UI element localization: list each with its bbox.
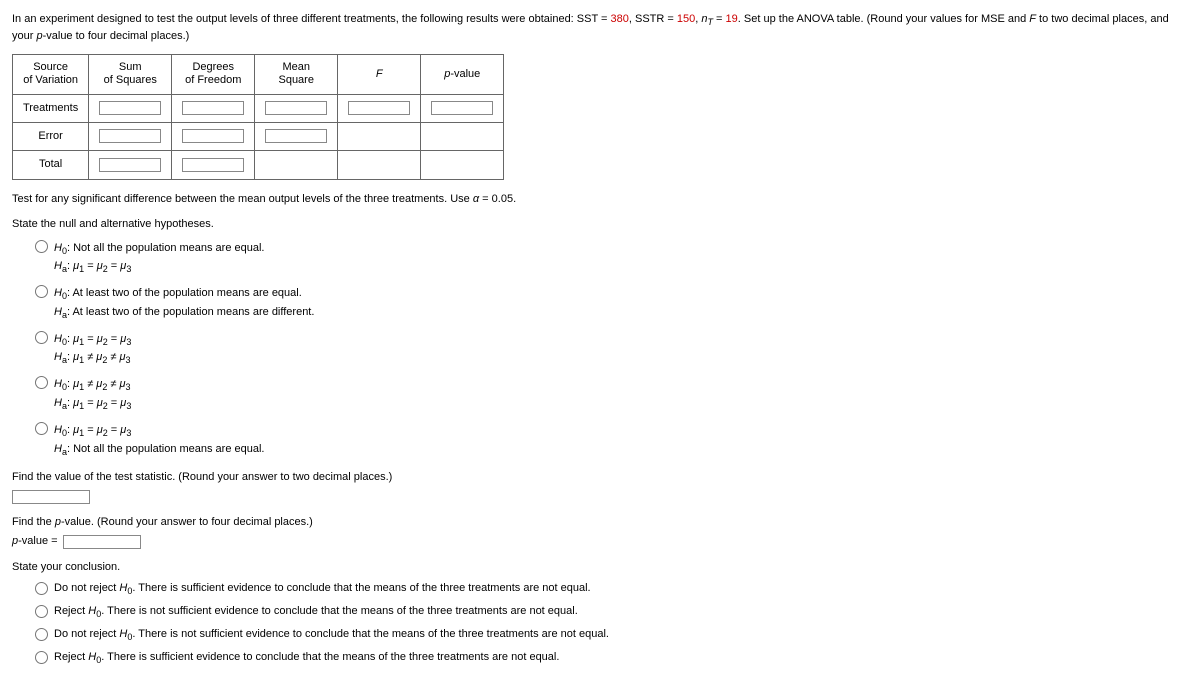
treatments-df-input[interactable] — [182, 101, 244, 115]
error-F-empty — [338, 122, 421, 150]
treatments-ss-input[interactable] — [99, 101, 161, 115]
conc-radio-3[interactable] — [35, 628, 48, 641]
conc-radio-1[interactable] — [35, 582, 48, 595]
nT-value: 19 — [726, 13, 738, 25]
total-ms-empty — [255, 151, 338, 179]
alpha-value: = 0.05. — [479, 193, 516, 205]
conc2-text: Reject H0. There is not sufficient evide… — [54, 604, 578, 621]
error-p-empty — [421, 122, 504, 150]
hyp-option-1[interactable]: H0: Not all the population means are equ… — [30, 239, 1188, 279]
hyp2-line2: Ha: At least two of the population means… — [54, 305, 314, 322]
row-error: Error — [13, 122, 504, 150]
intro-text-1: In an experiment designed to test the ou… — [12, 13, 611, 25]
treatments-ms-input[interactable] — [265, 101, 327, 115]
conc-radio-4[interactable] — [35, 651, 48, 664]
col-source: Sourceof Variation — [13, 55, 89, 94]
find-p-a: Find the — [12, 516, 55, 528]
row-treatments-label: Treatments — [13, 94, 89, 122]
conc-option-4[interactable]: Reject H0. There is sufficient evidence … — [30, 650, 1188, 667]
total-p-empty — [421, 151, 504, 179]
sstr-value: 150 — [677, 13, 695, 25]
F-letter: F — [1029, 13, 1036, 25]
pvalue-input[interactable] — [63, 535, 141, 549]
state-conclusion-label: State your conclusion. — [12, 560, 1188, 575]
error-ss-input[interactable] — [99, 129, 161, 143]
hyp1-line2: Ha: μ1 = μ2 = μ3 — [54, 259, 265, 276]
hyp-option-5[interactable]: H0: μ1 = μ2 = μ3 Ha: Not all the populat… — [30, 421, 1188, 461]
total-ss-input[interactable] — [99, 158, 161, 172]
col-F: F — [338, 55, 421, 94]
treatments-p-input[interactable] — [431, 101, 493, 115]
hyp-option-3[interactable]: H0: μ1 = μ2 = μ3 Ha: μ1 ≠ μ2 ≠ μ3 — [30, 330, 1188, 370]
hyp-radio-2[interactable] — [35, 285, 48, 298]
hyp-option-4[interactable]: H0: μ1 ≠ μ2 ≠ μ3 Ha: μ1 = μ2 = μ3 — [30, 375, 1188, 415]
hyp4-line1: H0: μ1 ≠ μ2 ≠ μ3 — [54, 377, 131, 394]
col-df: Degreesof Freedom — [172, 55, 255, 94]
anova-table: Sourceof Variation Sumof Squares Degrees… — [12, 54, 504, 180]
conc4-text: Reject H0. There is sufficient evidence … — [54, 650, 559, 667]
hyp2-line1: H0: At least two of the population means… — [54, 286, 314, 303]
error-df-input[interactable] — [182, 129, 244, 143]
conc3-text: Do not reject H0. There is not sufficien… — [54, 627, 609, 644]
total-F-empty — [338, 151, 421, 179]
pvalue-eq: -value = — [18, 535, 61, 547]
find-p-b: -value. (Round your answer to four decim… — [61, 516, 313, 528]
hyp-radio-3[interactable] — [35, 331, 48, 344]
hyp1-line1: H0: Not all the population means are equ… — [54, 241, 265, 258]
pvalue-row: p-value = — [12, 534, 1188, 549]
hyp-radio-4[interactable] — [35, 376, 48, 389]
error-ms-input[interactable] — [265, 129, 327, 143]
find-pvalue-label: Find the p-value. (Round your answer to … — [12, 515, 1188, 530]
hyp-radio-1[interactable] — [35, 240, 48, 253]
conc-option-2[interactable]: Reject H0. There is not sufficient evide… — [30, 604, 1188, 621]
state-hypotheses-label: State the null and alternative hypothese… — [12, 217, 1188, 232]
sst-value: 380 — [611, 13, 629, 25]
hyp3-line1: H0: μ1 = μ2 = μ3 — [54, 332, 131, 349]
hyp-option-2[interactable]: H0: At least two of the population means… — [30, 284, 1188, 324]
hyp3-line2: Ha: μ1 ≠ μ2 ≠ μ3 — [54, 350, 131, 367]
find-test-statistic-label: Find the value of the test statistic. (R… — [12, 470, 1188, 485]
hyp-radio-5[interactable] — [35, 422, 48, 435]
hyp5-line1: H0: μ1 = μ2 = μ3 — [54, 423, 265, 440]
col-ss: Sumof Squares — [89, 55, 172, 94]
conc1-text: Do not reject H0. There is sufficient ev… — [54, 581, 591, 598]
col-pvalue: p-value — [421, 55, 504, 94]
row-total-label: Total — [13, 151, 89, 179]
intro-text-7: -value to four decimal places.) — [43, 30, 190, 42]
hyp4-line2: Ha: μ1 = μ2 = μ3 — [54, 396, 131, 413]
row-treatments: Treatments — [13, 94, 504, 122]
test-instruction: Test for any significant difference betw… — [12, 192, 1188, 207]
row-total: Total — [13, 151, 504, 179]
treatments-F-input[interactable] — [348, 101, 410, 115]
total-df-input[interactable] — [182, 158, 244, 172]
row-error-label: Error — [13, 122, 89, 150]
hyp5-line2: Ha: Not all the population means are equ… — [54, 442, 265, 459]
intro-text-4: = — [713, 13, 726, 25]
col-ms: MeanSquare — [255, 55, 338, 94]
intro-text-2: , SSTR = — [629, 13, 677, 25]
conc-option-1[interactable]: Do not reject H0. There is sufficient ev… — [30, 581, 1188, 598]
intro-text-5: . Set up the ANOVA table. (Round your va… — [738, 13, 1029, 25]
test-text-a: Test for any significant difference betw… — [12, 193, 473, 205]
test-statistic-input[interactable] — [12, 490, 90, 504]
intro-paragraph: In an experiment designed to test the ou… — [12, 12, 1188, 44]
conc-option-3[interactable]: Do not reject H0. There is not sufficien… — [30, 627, 1188, 644]
conc-radio-2[interactable] — [35, 605, 48, 618]
